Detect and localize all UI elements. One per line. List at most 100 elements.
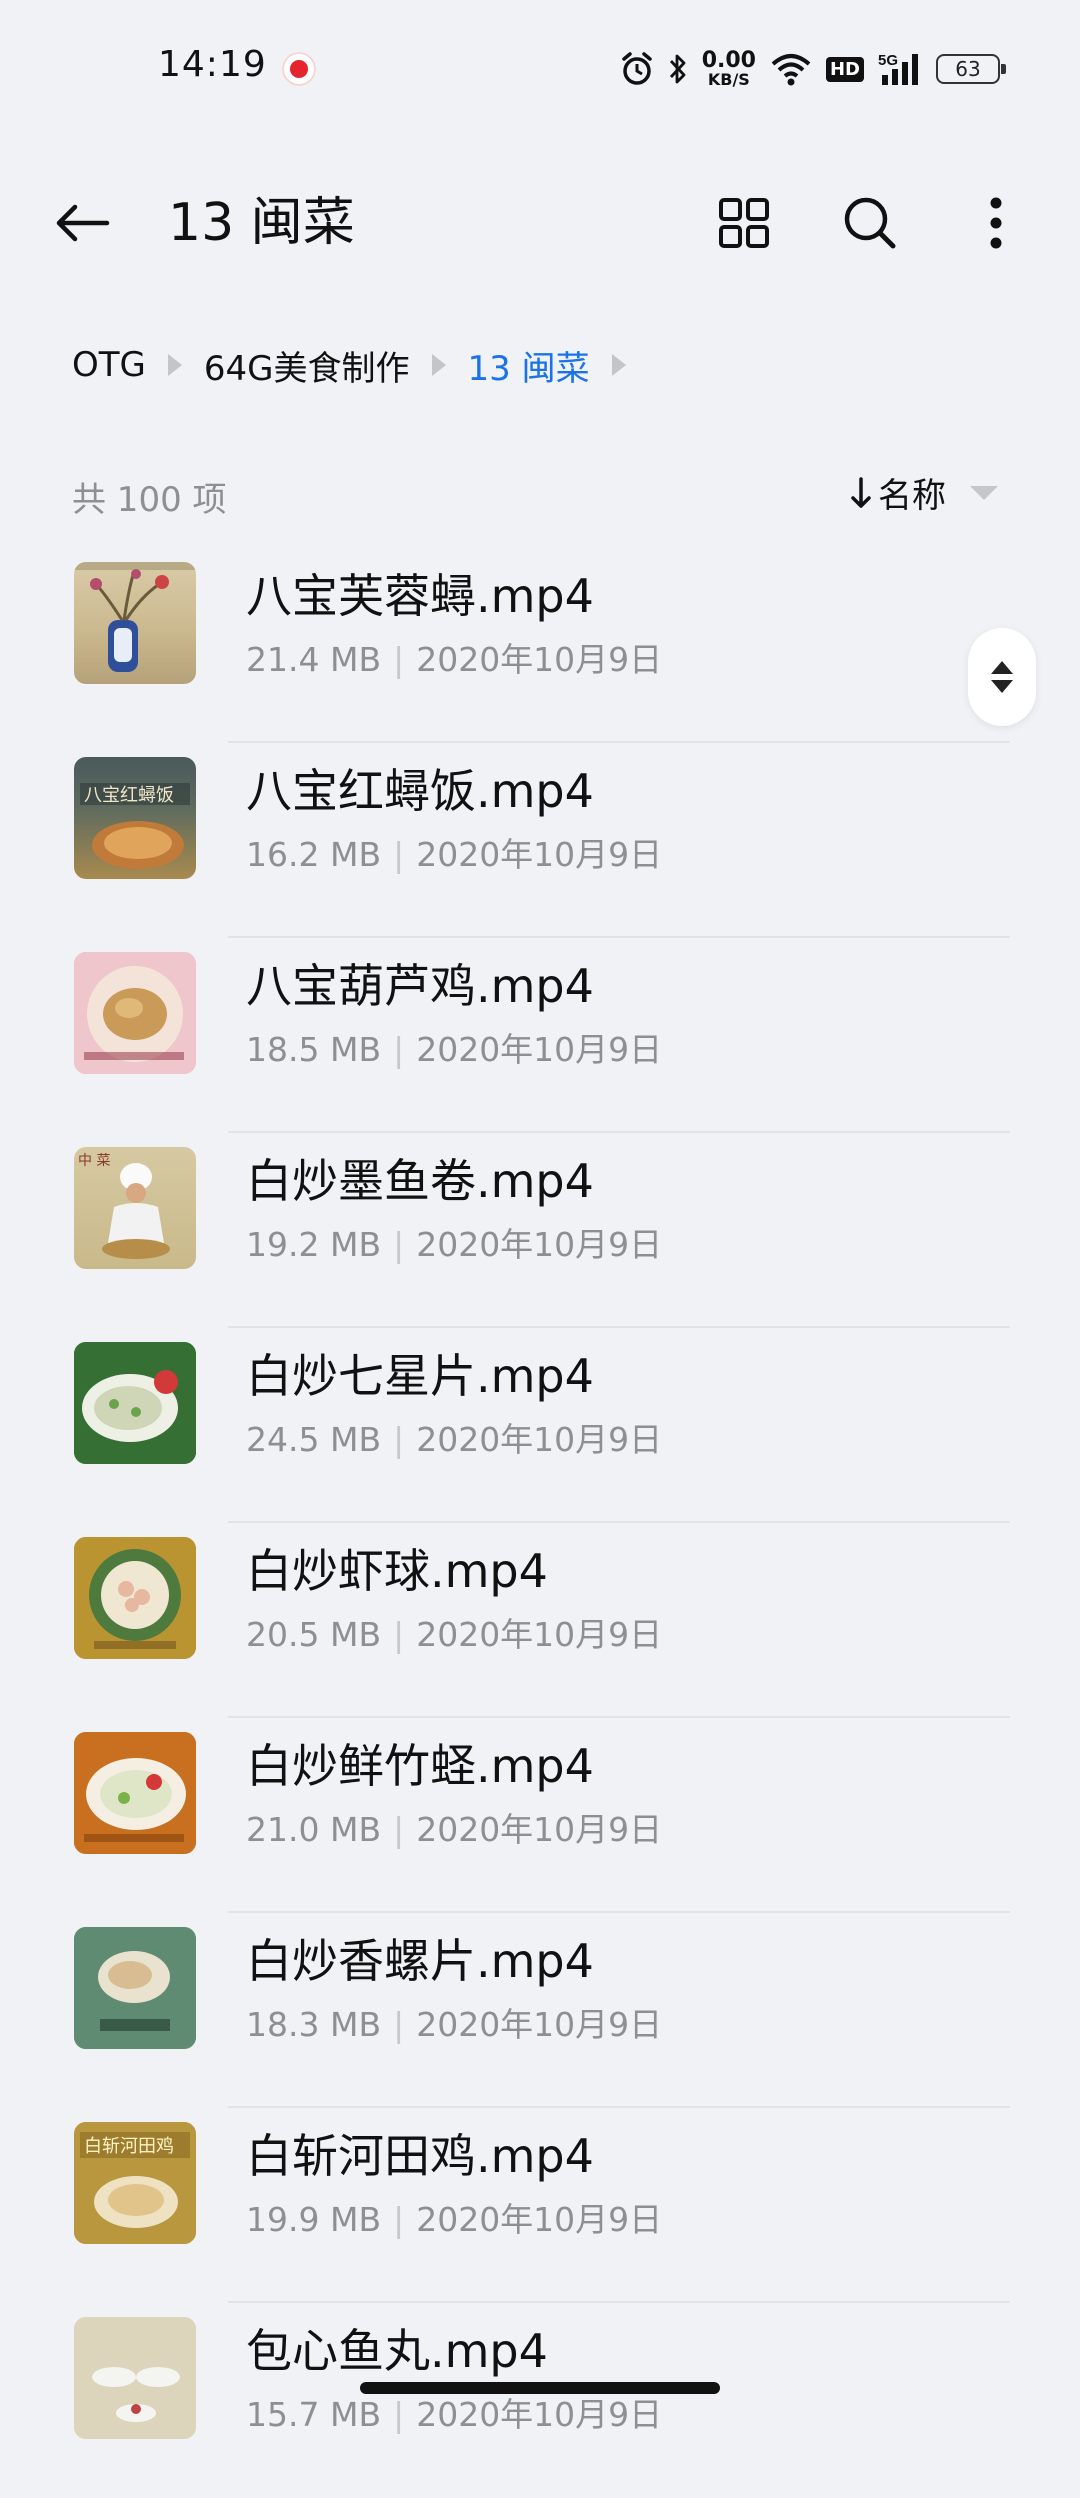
file-date: 2020年10月9日 <box>416 640 663 679</box>
file-row[interactable]: 白炒香螺片.mp4 18.3 MB | 2020年10月9日 <box>0 1913 1080 2108</box>
file-row[interactable]: 八宝芙蓉蟳.mp4 21.4 MB | 2020年10月9日 <box>0 548 1080 743</box>
svg-text:白斩河田鸡: 白斩河田鸡 <box>84 2136 174 2157</box>
file-size: 16.2 MB <box>246 835 382 874</box>
bluetooth-icon <box>668 52 688 86</box>
status-time: 14:19 <box>158 44 267 85</box>
file-row[interactable]: 白炒鲜竹蛏.mp4 21.0 MB | 2020年10月9日 <box>0 1718 1080 1913</box>
status-icons: 0.00 KB/S HD 5G 63 <box>620 46 1006 92</box>
svg-text:八宝红蟳饭: 八宝红蟳饭 <box>84 785 174 806</box>
file-name: 白炒鲜竹蛏.mp4 <box>246 1739 594 1793</box>
meta-separator: | <box>393 2200 405 2239</box>
meta-separator: | <box>393 835 405 874</box>
grid-icon <box>719 198 769 248</box>
file-date: 2020年10月9日 <box>416 2005 663 2044</box>
meta-separator: | <box>393 1030 405 1069</box>
meta-separator: | <box>393 640 405 679</box>
file-meta: 20.5 MB | 2020年10月9日 <box>246 1613 662 1657</box>
file-name: 八宝葫芦鸡.mp4 <box>246 959 594 1013</box>
file-row[interactable]: 白炒虾球.mp4 20.5 MB | 2020年10月9日 <box>0 1523 1080 1718</box>
grid-view-button[interactable] <box>704 188 784 258</box>
file-row[interactable]: 中 菜 白炒墨鱼卷.mp4 19.2 MB | 2020年10月9日 <box>0 1133 1080 1328</box>
file-name: 八宝芙蓉蟳.mp4 <box>246 569 594 623</box>
battery-icon: 63 <box>936 54 1006 84</box>
file-date: 2020年10月9日 <box>416 2395 663 2434</box>
arrow-down-icon <box>851 476 871 508</box>
file-row[interactable]: 包心鱼丸.mp4 15.7 MB | 2020年10月9日 <box>0 2303 1080 2498</box>
page-title: 13 闽菜 <box>168 193 355 253</box>
video-thumbnail <box>74 1537 196 1659</box>
file-size: 19.2 MB <box>246 1225 382 1264</box>
scroll-up-arrow-icon <box>991 661 1013 674</box>
meta-separator: | <box>393 1420 405 1459</box>
status-bar: 14:19 0.00 KB/S HD 5G 63 <box>0 0 1080 140</box>
file-date: 2020年10月9日 <box>416 1225 663 1264</box>
more-options-button[interactable] <box>956 188 1036 258</box>
file-name: 白炒墨鱼卷.mp4 <box>246 1154 594 1208</box>
file-size: 21.4 MB <box>246 640 382 679</box>
meta-separator: | <box>393 1225 405 1264</box>
file-size: 15.7 MB <box>246 2395 382 2434</box>
file-name: 白斩河田鸡.mp4 <box>246 2129 594 2183</box>
breadcrumb: OTG 64G美食制作 13 闽菜 <box>72 335 626 395</box>
network-speed: 0.00 KB/S <box>702 50 756 88</box>
back-button[interactable] <box>42 188 122 258</box>
signal-5g-icon: 5G <box>878 51 922 87</box>
meta-separator: | <box>393 2005 405 2044</box>
file-meta: 21.4 MB | 2020年10月9日 <box>246 638 662 682</box>
top-app-bar: 13 闽菜 <box>0 160 1080 284</box>
file-row[interactable]: 白炒七星片.mp4 24.5 MB | 2020年10月9日 <box>0 1328 1080 1523</box>
file-size: 18.5 MB <box>246 1030 382 1069</box>
chevron-right-icon <box>431 354 446 376</box>
video-thumbnail <box>74 1732 196 1854</box>
svg-text:5G: 5G <box>878 52 898 69</box>
chevron-right-icon <box>611 354 626 376</box>
network-speed-unit: KB/S <box>707 70 750 89</box>
video-thumbnail <box>74 1342 196 1464</box>
file-meta: 21.0 MB | 2020年10月9日 <box>246 1808 662 1852</box>
file-date: 2020年10月9日 <box>416 2200 663 2239</box>
fast-scroll-handle[interactable] <box>968 628 1036 726</box>
alarm-icon <box>620 51 654 87</box>
file-size: 19.9 MB <box>246 2200 382 2239</box>
svg-text:中 菜: 中 菜 <box>78 1153 110 1169</box>
file-size: 18.3 MB <box>246 2005 382 2044</box>
battery-level: 63 <box>955 57 981 81</box>
sort-label: 名称 <box>878 476 946 516</box>
file-date: 2020年10月9日 <box>416 1810 663 1849</box>
file-row[interactable]: 八宝葫芦鸡.mp4 18.5 MB | 2020年10月9日 <box>0 938 1080 1133</box>
chevron-right-icon <box>167 354 182 376</box>
scroll-down-arrow-icon <box>991 680 1013 693</box>
home-indicator[interactable] <box>360 2382 720 2394</box>
video-thumbnail <box>74 1927 196 2049</box>
wifi-icon <box>770 52 812 86</box>
file-meta: 24.5 MB | 2020年10月9日 <box>246 1418 662 1462</box>
more-vertical-icon <box>990 197 1002 249</box>
file-date: 2020年10月9日 <box>416 1615 663 1654</box>
video-thumbnail <box>74 952 196 1074</box>
file-row[interactable]: 八宝红蟳饭 八宝红蟳饭.mp4 16.2 MB | 2020年10月9日 <box>0 743 1080 938</box>
file-name: 包心鱼丸.mp4 <box>246 2324 548 2378</box>
video-thumbnail: 白斩河田鸡 <box>74 2122 196 2244</box>
sort-button[interactable]: 名称 <box>850 468 998 517</box>
file-name: 白炒七星片.mp4 <box>246 1349 594 1403</box>
search-icon <box>844 197 896 249</box>
meta-separator: | <box>393 2395 405 2434</box>
file-name: 白炒虾球.mp4 <box>246 1544 548 1598</box>
file-size: 24.5 MB <box>246 1420 382 1459</box>
file-size: 20.5 MB <box>246 1615 382 1654</box>
search-button[interactable] <box>830 188 910 258</box>
file-list: 八宝芙蓉蟳.mp4 21.4 MB | 2020年10月9日 八宝红蟳饭 八宝红蟳饭… <box>0 548 1080 2498</box>
breadcrumb-item-otg[interactable]: OTG <box>72 345 146 385</box>
breadcrumb-item-current[interactable]: 13 闽菜 <box>468 341 590 390</box>
breadcrumb-item-food[interactable]: 64G美食制作 <box>204 341 410 390</box>
file-date: 2020年10月9日 <box>416 1420 663 1459</box>
file-meta: 19.2 MB | 2020年10月9日 <box>246 1223 662 1267</box>
file-size: 21.0 MB <box>246 1810 382 1849</box>
hd-voice-badge: HD <box>825 56 864 82</box>
file-meta: 15.7 MB | 2020年10月9日 <box>246 2393 662 2437</box>
file-name: 白炒香螺片.mp4 <box>246 1934 594 1988</box>
video-thumbnail <box>74 2317 196 2439</box>
file-row[interactable]: 白斩河田鸡 白斩河田鸡.mp4 19.9 MB | 2020年10月9日 <box>0 2108 1080 2303</box>
video-thumbnail: 中 菜 <box>74 1147 196 1269</box>
file-meta: 18.5 MB | 2020年10月9日 <box>246 1028 662 1072</box>
